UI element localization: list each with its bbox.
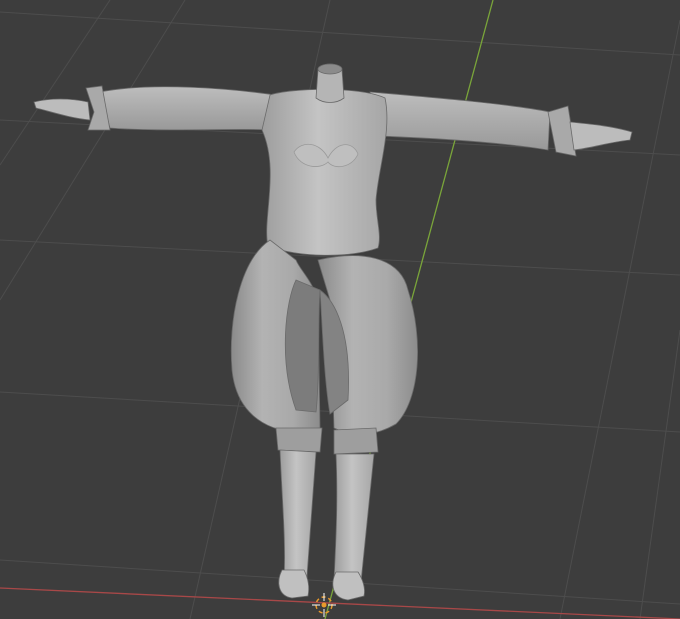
right-leg [333, 453, 375, 593]
torso [261, 88, 388, 256]
right-foot [332, 571, 365, 601]
left-arm [99, 86, 283, 131]
right-hand [569, 121, 633, 151]
left-pant-cuff [275, 427, 323, 453]
3d-viewport[interactable] [0, 0, 680, 619]
right-arm [369, 91, 551, 151]
character-mesh[interactable] [33, 63, 633, 601]
viewport-canvas[interactable] [0, 0, 680, 619]
neck-opening [317, 63, 343, 75]
right-pant-cuff [333, 427, 379, 455]
left-foot [278, 569, 310, 599]
left-leg [279, 449, 317, 591]
pants-inner-gap [284, 279, 321, 413]
3d-cursor-icon[interactable] [312, 593, 336, 617]
left-hand [33, 98, 91, 121]
